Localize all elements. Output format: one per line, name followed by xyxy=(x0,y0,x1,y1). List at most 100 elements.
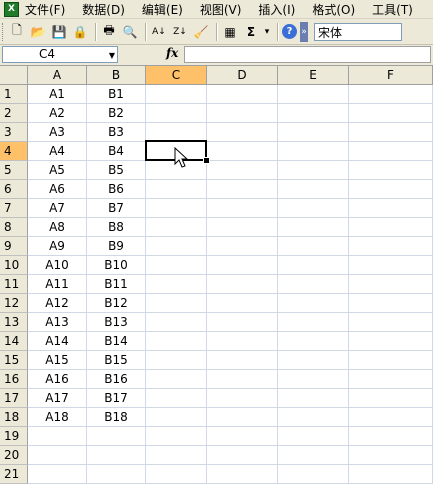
cell-c7[interactable] xyxy=(146,199,207,218)
cell-f4[interactable] xyxy=(349,142,433,161)
cell-a19[interactable] xyxy=(28,427,87,446)
cell-c8[interactable] xyxy=(146,218,207,237)
cell-a8[interactable]: A8 xyxy=(28,218,87,237)
cell-a21[interactable] xyxy=(28,465,87,484)
insert-function-icon[interactable]: fx xyxy=(166,46,178,60)
row-header-8[interactable]: 8 xyxy=(0,218,28,237)
row-header-7[interactable]: 7 xyxy=(0,199,28,218)
cell-f13[interactable] xyxy=(349,313,433,332)
cell-e10[interactable] xyxy=(278,256,349,275)
cell-b1[interactable]: B1 xyxy=(87,85,146,104)
font-name-box[interactable]: 宋体 xyxy=(314,22,402,41)
cell-e9[interactable] xyxy=(278,237,349,256)
cell-c11[interactable] xyxy=(146,275,207,294)
cell-f11[interactable] xyxy=(349,275,433,294)
name-box-dropdown-icon[interactable]: ▼ xyxy=(109,48,115,63)
column-header-f[interactable]: F xyxy=(349,66,433,85)
cell-a3[interactable]: A3 xyxy=(28,123,87,142)
cell-a12[interactable]: A12 xyxy=(28,294,87,313)
cell-f5[interactable] xyxy=(349,161,433,180)
name-box[interactable]: C4 ▼ xyxy=(2,46,118,63)
menu-tools[interactable]: 工具(T) xyxy=(372,1,413,18)
chart-wizard-icon[interactable]: ▦ xyxy=(221,23,239,41)
permission-icon[interactable]: 🔒 xyxy=(71,23,89,41)
cell-d8[interactable] xyxy=(207,218,278,237)
cell-d1[interactable] xyxy=(207,85,278,104)
cell-d20[interactable] xyxy=(207,446,278,465)
cell-e11[interactable] xyxy=(278,275,349,294)
autosum-icon[interactable]: Σ xyxy=(242,23,260,41)
menu-file[interactable]: 文件(F) xyxy=(25,1,65,18)
cell-e17[interactable] xyxy=(278,389,349,408)
cell-c9[interactable] xyxy=(146,237,207,256)
cell-f21[interactable] xyxy=(349,465,433,484)
row-header-16[interactable]: 16 xyxy=(0,370,28,389)
row-header-6[interactable]: 6 xyxy=(0,180,28,199)
row-header-20[interactable]: 20 xyxy=(0,446,28,465)
cell-d6[interactable] xyxy=(207,180,278,199)
help-icon[interactable]: ? xyxy=(282,24,297,39)
cell-a18[interactable]: A18 xyxy=(28,408,87,427)
cell-b15[interactable]: B15 xyxy=(87,351,146,370)
cell-e7[interactable] xyxy=(278,199,349,218)
cell-c17[interactable] xyxy=(146,389,207,408)
new-icon[interactable]: 🗋 xyxy=(8,23,26,41)
row-header-14[interactable]: 14 xyxy=(0,332,28,351)
cell-e15[interactable] xyxy=(278,351,349,370)
cell-b17[interactable]: B17 xyxy=(87,389,146,408)
row-header-12[interactable]: 12 xyxy=(0,294,28,313)
cell-d12[interactable] xyxy=(207,294,278,313)
cell-a15[interactable]: A15 xyxy=(28,351,87,370)
cell-d3[interactable] xyxy=(207,123,278,142)
cell-d7[interactable] xyxy=(207,199,278,218)
cell-c15[interactable] xyxy=(146,351,207,370)
cell-a16[interactable]: A16 xyxy=(28,370,87,389)
cell-b11[interactable]: B11 xyxy=(87,275,146,294)
cell-e2[interactable] xyxy=(278,104,349,123)
column-header-a[interactable]: A xyxy=(28,66,87,85)
cell-a20[interactable] xyxy=(28,446,87,465)
cell-e12[interactable] xyxy=(278,294,349,313)
cell-b21[interactable] xyxy=(87,465,146,484)
cell-d4[interactable] xyxy=(207,142,278,161)
cell-a4[interactable]: A4 xyxy=(28,142,87,161)
cell-d11[interactable] xyxy=(207,275,278,294)
cell-c2[interactable] xyxy=(146,104,207,123)
cell-b13[interactable]: B13 xyxy=(87,313,146,332)
cell-f10[interactable] xyxy=(349,256,433,275)
cell-b3[interactable]: B3 xyxy=(87,123,146,142)
cell-a9[interactable]: A9 xyxy=(28,237,87,256)
cell-b12[interactable]: B12 xyxy=(87,294,146,313)
cell-b14[interactable]: B14 xyxy=(87,332,146,351)
cell-a17[interactable]: A17 xyxy=(28,389,87,408)
cell-c12[interactable] xyxy=(146,294,207,313)
cell-c13[interactable] xyxy=(146,313,207,332)
cell-b20[interactable] xyxy=(87,446,146,465)
column-header-c[interactable]: C xyxy=(146,66,207,85)
sort-ascending-icon[interactable]: A↓ xyxy=(150,23,168,41)
cell-a14[interactable]: A14 xyxy=(28,332,87,351)
cell-c20[interactable] xyxy=(146,446,207,465)
print-preview-icon[interactable]: 🔍 xyxy=(121,23,139,41)
cell-f18[interactable] xyxy=(349,408,433,427)
cell-a10[interactable]: A10 xyxy=(28,256,87,275)
cell-f6[interactable] xyxy=(349,180,433,199)
cell-a6[interactable]: A6 xyxy=(28,180,87,199)
cell-d18[interactable] xyxy=(207,408,278,427)
row-header-4[interactable]: 4 xyxy=(0,142,28,161)
cell-e16[interactable] xyxy=(278,370,349,389)
row-header-1[interactable]: 1 xyxy=(0,85,28,104)
toolbar-options-icon[interactable]: » xyxy=(300,21,308,42)
column-header-b[interactable]: B xyxy=(87,66,146,85)
cell-e14[interactable] xyxy=(278,332,349,351)
select-all-corner[interactable] xyxy=(0,66,28,85)
cell-c21[interactable] xyxy=(146,465,207,484)
row-header-9[interactable]: 9 xyxy=(0,237,28,256)
cell-e13[interactable] xyxy=(278,313,349,332)
cell-d21[interactable] xyxy=(207,465,278,484)
cell-b4[interactable]: B4 xyxy=(87,142,146,161)
cell-f12[interactable] xyxy=(349,294,433,313)
autosum-dropdown-icon[interactable]: ▾ xyxy=(263,23,271,41)
cell-a11[interactable]: A11 xyxy=(28,275,87,294)
cell-d19[interactable] xyxy=(207,427,278,446)
